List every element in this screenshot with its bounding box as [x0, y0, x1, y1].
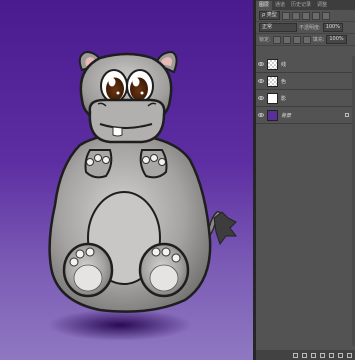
opacity-label: 不透明度: [299, 25, 321, 31]
hippo-illustration [48, 50, 237, 341]
new-layer-icon[interactable] [338, 352, 343, 358]
layer-row[interactable]: 线 [256, 56, 355, 73]
layer-style-icon[interactable] [302, 352, 307, 358]
layer-name: 色 [281, 78, 287, 85]
layers-footer [256, 350, 355, 360]
lock-all-icon[interactable] [302, 35, 311, 44]
add-mask-icon[interactable] [311, 352, 316, 358]
fill-field[interactable]: 100% [326, 35, 347, 44]
lock-icon [345, 113, 349, 117]
tab-history[interactable]: 历史记录 [288, 1, 314, 10]
photoshop-window: 图层 通道 历史记录 调整 ρ 类型 正常 不透明度: 100% 锁定: 填充:… [0, 0, 355, 360]
layer-thumbnail [267, 92, 278, 104]
tab-adjustments[interactable]: 调整 [314, 1, 330, 10]
hippo-left-arm [84, 149, 113, 179]
hippo-right-eye [126, 69, 154, 103]
tab-channels[interactable]: 通道 [272, 1, 288, 10]
blend-row: 正常 不透明度: 100% [256, 22, 355, 34]
layer-row[interactable]: 背景 [256, 107, 355, 124]
lock-label: 锁定: [259, 37, 271, 43]
layer-name: 影 [281, 95, 287, 102]
layer-name: 背景 [281, 112, 292, 119]
layer-row[interactable]: 影 [256, 90, 355, 107]
hippo-muzzle [88, 98, 166, 144]
layer-thumbnail [267, 58, 278, 70]
tab-layers[interactable]: 图层 [256, 1, 273, 10]
ground-shadow [48, 309, 192, 341]
filter-pixel-icon[interactable] [281, 11, 290, 20]
filter-adjust-icon[interactable] [291, 11, 300, 20]
lock-transparent-icon[interactable] [272, 35, 281, 44]
layer-name: 线 [281, 61, 287, 68]
lock-position-icon[interactable] [292, 35, 301, 44]
visibility-eye-icon[interactable] [258, 62, 264, 66]
trash-icon[interactable] [347, 352, 352, 358]
layer-thumbnail [267, 75, 278, 87]
hippo-teeth [112, 126, 123, 137]
layer-thumbnail [267, 109, 278, 121]
hippo-left-eye [100, 69, 128, 103]
panel-tabs: 图层 通道 历史记录 调整 [256, 0, 355, 10]
new-group-icon[interactable] [329, 352, 334, 358]
filter-smart-icon[interactable] [321, 11, 330, 20]
filter-type-dropdown[interactable]: ρ 类型 [259, 11, 280, 20]
hippo-left-foot [62, 242, 114, 298]
lock-row: 锁定: 填充: 100% [256, 34, 355, 46]
layer-row[interactable]: 色 [256, 73, 355, 90]
layers-panel: 图层 通道 历史记录 调整 ρ 类型 正常 不透明度: 100% 锁定: 填充:… [256, 0, 355, 360]
hippo-right-foot [138, 242, 190, 298]
opacity-field[interactable]: 100% [322, 23, 343, 32]
visibility-eye-icon[interactable] [258, 113, 264, 117]
hippo-right-arm [139, 149, 168, 179]
lock-image-icon[interactable] [282, 35, 291, 44]
blend-mode-dropdown[interactable]: 正常 [259, 23, 297, 32]
visibility-eye-icon[interactable] [258, 96, 264, 100]
filter-text-icon[interactable] [301, 11, 310, 20]
visibility-eye-icon[interactable] [258, 79, 264, 83]
filter-shape-icon[interactable] [311, 11, 320, 20]
filter-row: ρ 类型 [256, 10, 355, 22]
document-canvas[interactable] [0, 0, 253, 360]
fill-label: 填充: [312, 37, 325, 43]
adjustment-layer-icon[interactable] [320, 352, 325, 358]
link-layers-icon[interactable] [293, 352, 298, 358]
layer-list: 线 色 影 背景 [256, 56, 355, 124]
